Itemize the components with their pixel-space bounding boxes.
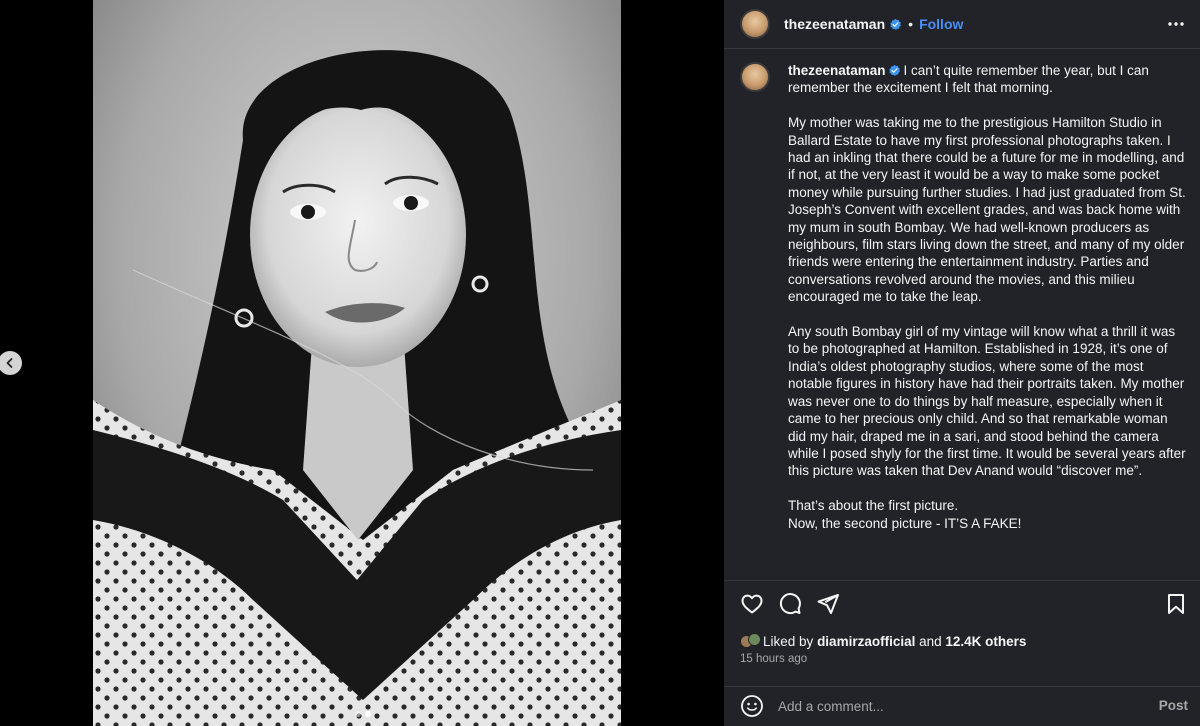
emoji-button[interactable] <box>740 694 764 718</box>
media-pane <box>0 0 724 726</box>
likes-summary: Liked by diamirzaofficial and 12.4K othe… <box>740 632 1026 650</box>
author-avatar[interactable] <box>740 9 770 39</box>
liker-avatar <box>748 633 761 646</box>
likes-connector: and <box>919 633 942 649</box>
like-button[interactable] <box>740 592 764 616</box>
more-options-button[interactable] <box>1166 14 1186 34</box>
save-button[interactable] <box>1164 592 1188 616</box>
smiley-face-icon <box>741 695 763 717</box>
carousel-dot-active <box>365 711 371 717</box>
caption-username[interactable]: thezeenataman <box>788 63 886 78</box>
caption-text: thezeenataman I can’t quite remember the … <box>788 62 1188 532</box>
carousel-indicator <box>355 711 371 717</box>
bookmark-icon <box>1168 594 1184 614</box>
chevron-left-icon <box>6 358 13 368</box>
actions-divider <box>724 580 1200 581</box>
caption-paragraph-5: Now, the second picture - IT’S A FAKE! <box>788 515 1022 531</box>
likes-prefix: Liked by <box>763 633 814 649</box>
liked-by-user-link[interactable]: diamirzaofficial <box>817 634 915 649</box>
share-button[interactable] <box>816 592 840 616</box>
post-header: thezeenataman • Follow <box>724 0 1200 48</box>
liker-avatars <box>740 632 761 650</box>
header-divider <box>724 48 1200 49</box>
post-photo[interactable] <box>93 0 621 726</box>
portrait-photo-image <box>93 0 621 726</box>
caption-paragraph-4: That’s about the first picture. <box>788 498 959 514</box>
caption-paragraph-3: Any south Bombay girl of my vintage will… <box>788 324 1186 479</box>
author-username[interactable]: thezeenataman <box>784 16 885 32</box>
paper-plane-icon <box>817 594 839 614</box>
comment-bubble-icon <box>779 593 801 615</box>
likes-others-link[interactable]: 12.4K others <box>945 634 1026 649</box>
verified-badge-icon <box>890 18 902 30</box>
post-actions <box>740 592 1188 616</box>
header-separator: • <box>908 16 914 32</box>
more-horizontal-icon <box>1168 22 1184 26</box>
post-timestamp[interactable]: 15 hours ago <box>740 653 807 665</box>
carousel-previous-button[interactable] <box>0 351 22 375</box>
caption-author-avatar[interactable] <box>740 62 770 92</box>
comment-button[interactable] <box>778 592 802 616</box>
caption-paragraph-2: My mother was taking me to the prestigio… <box>788 115 1186 305</box>
heart-icon <box>741 594 763 614</box>
post-comment-button[interactable]: Post <box>1159 698 1188 713</box>
comment-input[interactable] <box>778 695 1138 717</box>
post-side-panel: thezeenataman • Follow thezeenataman I ca… <box>724 0 1200 726</box>
verified-badge-icon <box>888 64 900 76</box>
carousel-dot <box>355 711 361 717</box>
follow-button[interactable]: Follow <box>919 16 963 32</box>
comment-composer: Post <box>724 686 1200 726</box>
caption-paragraph-1: thezeenataman I can’t quite remember the … <box>788 62 1188 97</box>
